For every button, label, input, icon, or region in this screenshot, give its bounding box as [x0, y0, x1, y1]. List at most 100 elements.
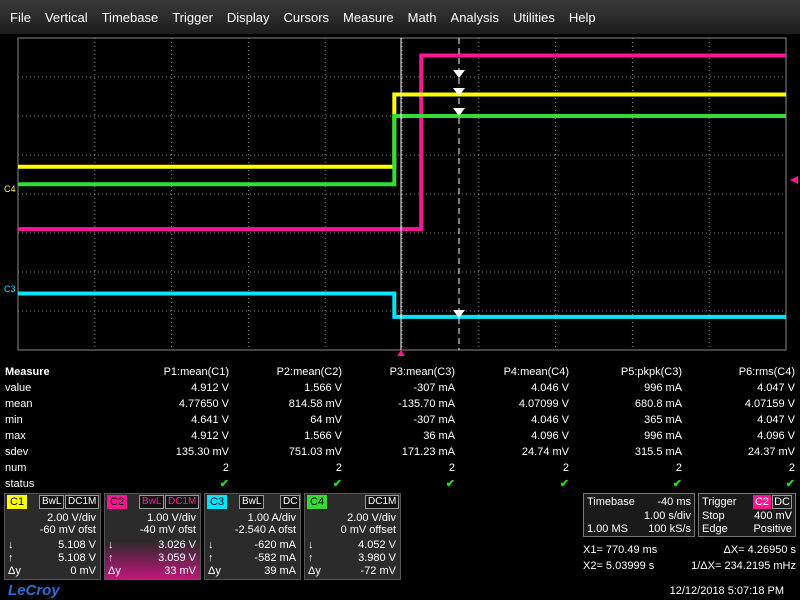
measure-cell: 4.07099 V [518, 398, 569, 410]
menu-file[interactable]: File [10, 10, 31, 25]
waveform-display[interactable]: C4 C3 [0, 34, 800, 360]
menu-timebase[interactable]: Timebase [102, 10, 159, 25]
channel-offset: 0 mV offset [340, 524, 396, 536]
measure-title: Measure [5, 366, 50, 378]
measure-row-value: value 4.912 V 1.566 V -307 mA 4.046 V 996 mA 4… [0, 380, 800, 396]
measure-column-header[interactable]: P1:mean(C1) [164, 364, 229, 380]
trigger-level-marker[interactable] [790, 176, 798, 184]
measure-cell: 996 mA [644, 430, 682, 442]
cursor-dx: ΔX= 4.26950 s [723, 544, 796, 556]
channel-box-c3[interactable]: C3 BwL DC 1.00 A/div -2.540 A ofst ↓ -620 mA ↑ -… [204, 493, 301, 580]
channel-cursor-dy: 33 mV [164, 565, 196, 577]
channel-cursor-v1: -620 mA [254, 539, 296, 551]
menu-utilities[interactable]: Utilities [513, 10, 555, 25]
timebase-div: 1.00 s/div [643, 510, 691, 522]
measure-row-mean: mean 4.77650 V 814.58 mV -135.70 mA 4.07099 … [0, 396, 800, 412]
measure-cell: 751.03 mV [288, 446, 342, 458]
measure-cell: 2 [675, 462, 682, 474]
measure-cell: 2 [562, 462, 569, 474]
grid-lines [18, 38, 786, 350]
menu-analysis[interactable]: Analysis [451, 10, 499, 25]
menu-math[interactable]: Math [408, 10, 437, 25]
measure-row-label: sdev [5, 446, 29, 458]
measure-cell: -307 mA [413, 414, 455, 426]
measure-cell: 4.096 V [531, 430, 569, 442]
trigger-descriptor[interactable]: Trigger C2 DC Stop 400 mV Edge Positive [698, 493, 796, 537]
coupling-badge: DC1M [365, 495, 400, 509]
status-check-icon: ✔ [559, 478, 569, 490]
timebase-rate: 100 kS/s [648, 523, 691, 535]
timebase-samples: 1.00 MS [587, 523, 628, 535]
measure-cell: 135.30 mV [175, 446, 229, 458]
measure-row-label: mean [5, 398, 33, 410]
measure-column-header[interactable]: P5:pkpk(C3) [621, 364, 682, 380]
status-check-icon: ✔ [785, 478, 795, 490]
date-time: 12/12/2018 5:07:18 PM [669, 585, 784, 597]
bandwidth-limit-badge: BwL [39, 495, 65, 509]
status-check-icon: ✔ [219, 478, 229, 490]
measure-cell: 4.912 V [191, 382, 229, 394]
measure-cell: -135.70 mA [398, 398, 455, 410]
channel-box-c1[interactable]: C1 BwL DC1M 2.00 V/div -60 mV ofst ↓ 5.108 V ↑ 5… [4, 493, 101, 580]
measure-cell: 2 [335, 462, 342, 474]
menu-help[interactable]: Help [569, 10, 596, 25]
cursor-readout: X1= 770.49 ms ΔX= 4.26950 s X2= 5.03999 … [583, 540, 798, 576]
trigger-slope: Positive [753, 523, 792, 535]
measure-table: Measure P1:mean(C1) P2:mean(C2) P3:mean(C3)… [0, 362, 800, 492]
coupling-badge: DC1M [165, 495, 200, 509]
measure-cell: 4.912 V [191, 430, 229, 442]
menu-cursors[interactable]: Cursors [284, 10, 330, 25]
measure-column-header[interactable]: P2:mean(C2) [277, 364, 342, 380]
measure-cell: 24.74 mV [521, 446, 569, 458]
measure-cell: 814.58 mV [288, 398, 342, 410]
measure-cell: 996 mA [644, 382, 682, 394]
menu-display[interactable]: Display [227, 10, 270, 25]
measure-cell: 4.096 V [757, 430, 795, 442]
measure-cell: 4.046 V [531, 414, 569, 426]
measure-row-num: num 2 2 2 2 2 2 [0, 460, 800, 476]
channel-box-c4[interactable]: C4 DC1M 2.00 V/div 0 mV offset ↓ 4.052 V ↑ 3.98… [304, 493, 401, 580]
channel-offset: -2.540 A ofst [234, 524, 296, 536]
measure-cell: -307 mA [413, 382, 455, 394]
trace-c3 [18, 291, 786, 319]
coupling-badge: DC [280, 495, 301, 509]
channel-cursor-v2: -582 mA [254, 552, 296, 564]
cursor-inv-dx: 1/ΔX= 234.2195 mHz [691, 560, 796, 572]
measure-cell: 36 mA [423, 430, 455, 442]
measure-header: Measure P1:mean(C1) P2:mean(C2) P3:mean(C3)… [0, 364, 800, 380]
measure-row-label: value [5, 382, 32, 394]
measure-cell: 24.37 mV [747, 446, 795, 458]
measure-column-header[interactable]: P6:rms(C4) [739, 364, 795, 380]
status-check-icon: ✔ [332, 478, 342, 490]
timebase-descriptor[interactable]: Timebase -40 ms 1.00 s/div 1.00 MS 100 kS/… [583, 493, 695, 537]
channel-tag: C4 [307, 495, 328, 509]
trigger-type: Edge [702, 523, 728, 535]
trigger-position-marker[interactable] [397, 350, 405, 356]
channel-cursor-dy: -72 mV [360, 565, 396, 577]
measure-column-header[interactable]: P4:mean(C4) [504, 364, 569, 380]
menu-trigger[interactable]: Trigger [172, 10, 213, 25]
channel-tag: C3 [207, 495, 228, 509]
trace-marker-c4: C4 [4, 184, 16, 194]
menu-vertical[interactable]: Vertical [45, 10, 88, 25]
measure-cell: 4.77650 V [178, 398, 229, 410]
measure-cell: 2 [788, 462, 795, 474]
cursor-x1: X1= 770.49 ms [583, 544, 658, 556]
measure-row-status: status ✔ ✔ ✔ ✔ ✔ ✔ [0, 476, 800, 492]
menu-bar: File Vertical Timebase Trigger Display Cursor… [0, 0, 800, 34]
measure-row-label: num [5, 462, 27, 474]
measure-column-header[interactable]: P3:mean(C3) [390, 364, 455, 380]
trigger-mode: Stop [702, 510, 725, 522]
channel-box-c2[interactable]: C2 BwL DC1M 1.00 V/div -40 mV ofst ↓ 3.026 V ↑ 3… [104, 493, 201, 580]
measure-cell: 2 [448, 462, 455, 474]
menu-measure[interactable]: Measure [343, 10, 394, 25]
status-check-icon: ✔ [672, 478, 682, 490]
channel-offset: -60 mV ofst [39, 524, 96, 536]
timebase-label: Timebase [587, 496, 635, 508]
measure-cell: 4.07159 V [744, 398, 795, 410]
measure-row-label: min [5, 414, 23, 426]
channel-offset: -40 mV ofst [139, 524, 196, 536]
measure-cell: 1.566 V [304, 430, 342, 442]
measure-row-label: status [5, 478, 35, 490]
measure-cell: 4.047 V [757, 414, 795, 426]
